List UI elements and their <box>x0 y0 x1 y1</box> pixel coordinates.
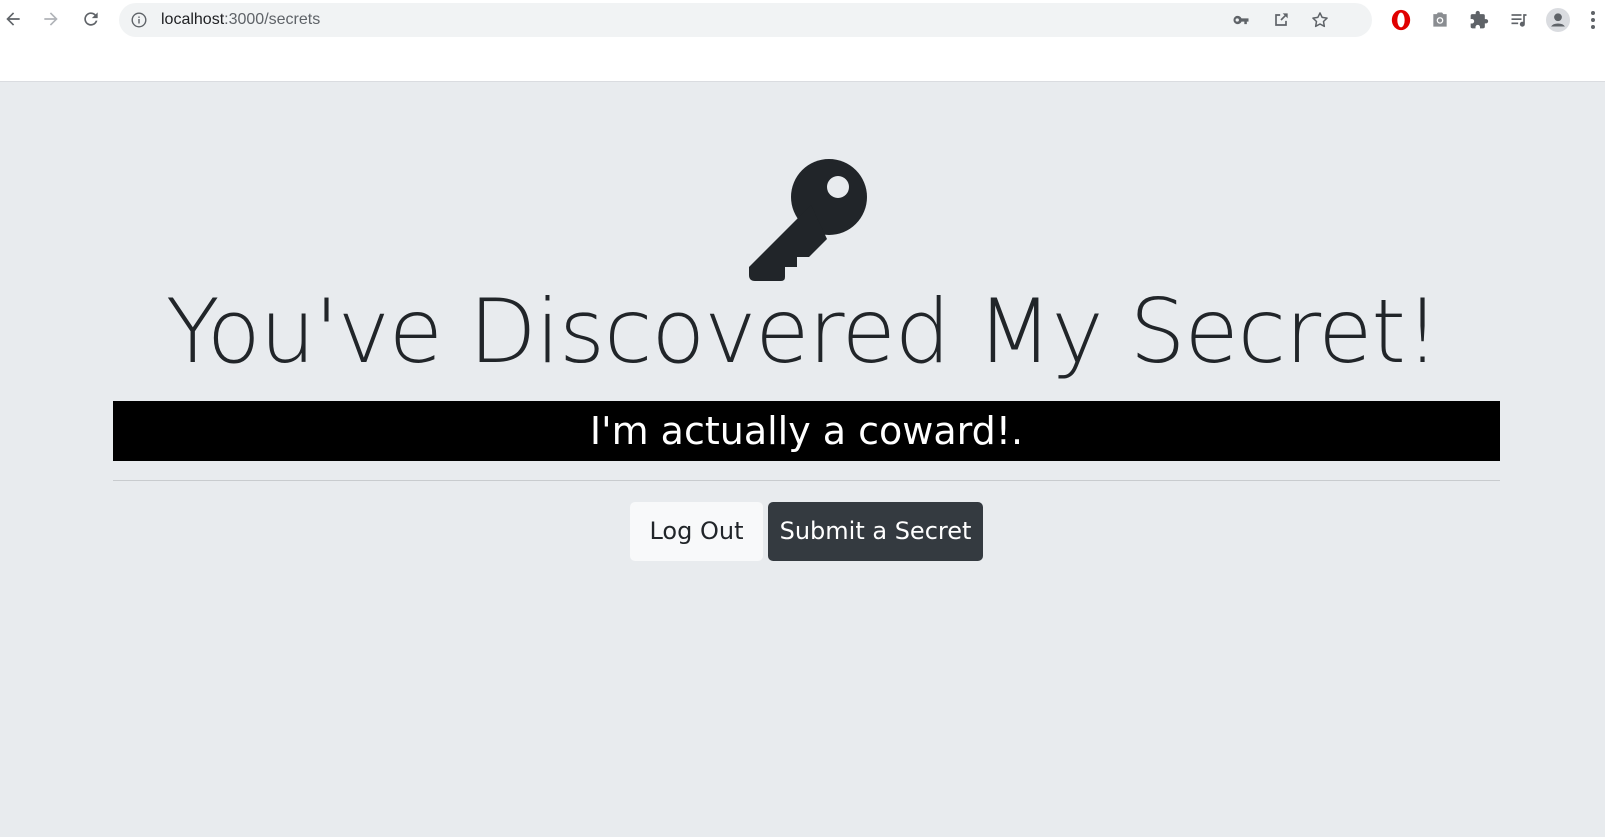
profile-button[interactable] <box>1546 8 1570 32</box>
browser-menu-button[interactable] <box>1585 8 1601 32</box>
avatar-icon <box>1546 8 1570 32</box>
submit-secret-button[interactable]: Submit a Secret <box>768 502 983 561</box>
page-title: You've Discovered My Secret! <box>165 280 1440 383</box>
back-arrow-icon <box>6 12 20 26</box>
browser-toolbar: localhost:3000/secrets <box>0 0 1605 40</box>
opera-icon <box>1391 9 1411 31</box>
site-info-icon[interactable] <box>131 12 147 28</box>
forward-arrow-icon <box>44 12 58 26</box>
secret-text: I'm actually a coward!. <box>113 401 1500 461</box>
bookmark-star-icon[interactable] <box>1310 10 1330 30</box>
url-host: localhost <box>161 11 225 28</box>
camera-icon <box>1433 12 1447 27</box>
key-icon <box>749 159 867 281</box>
playlist-music-icon <box>1511 14 1527 27</box>
url-text[interactable]: localhost:3000/secrets <box>161 3 320 37</box>
back-button[interactable] <box>0 6 26 32</box>
media-control-button[interactable] <box>1507 8 1531 32</box>
password-key-icon[interactable] <box>1231 10 1251 30</box>
more-vert-icon <box>1591 11 1595 29</box>
puzzle-icon <box>1470 10 1489 29</box>
screenshot-extension-icon[interactable] <box>1428 8 1452 32</box>
address-bar[interactable]: localhost:3000/secrets <box>119 3 1372 37</box>
reload-button[interactable] <box>78 6 104 32</box>
url-path: :3000/secrets <box>224 11 321 28</box>
opera-extension-icon[interactable] <box>1389 8 1413 32</box>
extensions-button[interactable] <box>1467 8 1491 32</box>
share-icon[interactable] <box>1271 10 1291 30</box>
bookmarks-bar-area <box>0 40 1605 81</box>
reload-icon <box>84 12 98 26</box>
page-content: You've Discovered My Secret! I'm actuall… <box>0 82 1605 837</box>
divider <box>113 480 1500 481</box>
forward-button[interactable] <box>38 6 64 32</box>
logout-button[interactable]: Log Out <box>630 502 763 561</box>
